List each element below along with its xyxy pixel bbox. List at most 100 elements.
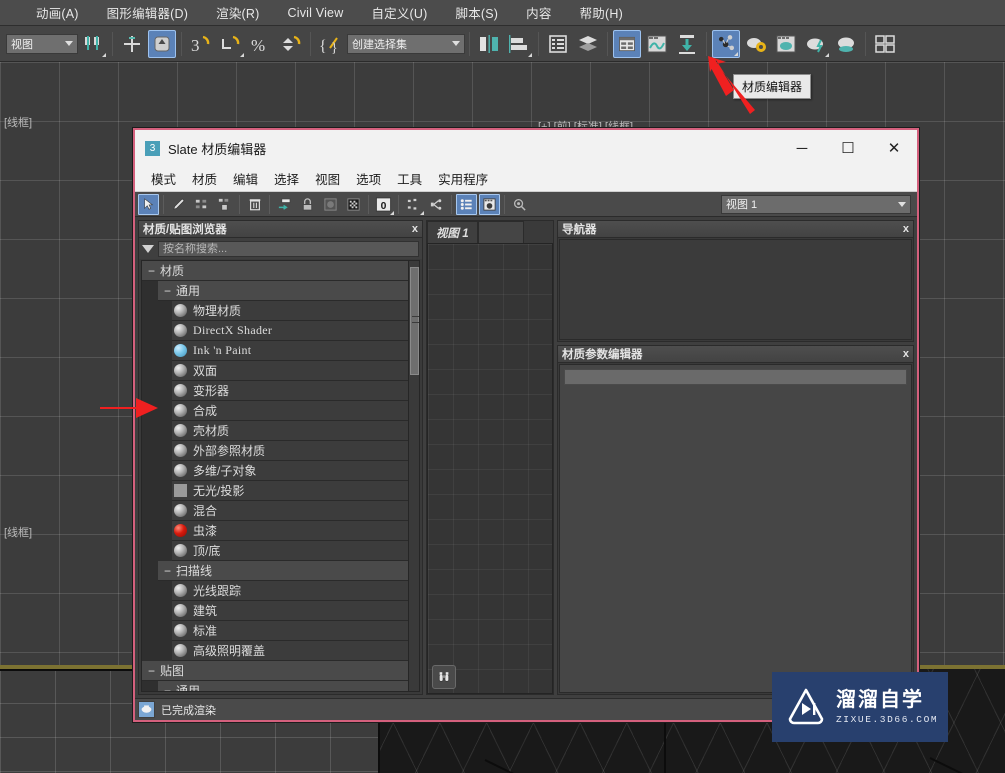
navigator-close-icon[interactable]: x — [903, 223, 909, 235]
menu-item-rendering[interactable]: 渲染(R) — [202, 0, 273, 25]
tree-group-15[interactable]: − 扫描线 — [158, 561, 408, 581]
browser-scrollbar[interactable] — [408, 261, 419, 691]
view-tab-1[interactable]: 视图 1 — [427, 221, 478, 243]
named-selection-set-dropdown[interactable]: 创建选择集 — [347, 33, 465, 54]
percent-snap-toggle-button[interactable]: % — [247, 30, 275, 58]
tree-expand-toggle[interactable]: − — [164, 284, 171, 298]
menu-item-scripting[interactable]: 脚本(S) — [442, 0, 513, 25]
spinner-snap-toggle-button[interactable] — [277, 30, 305, 58]
slate-menu-tools[interactable]: 工具 — [389, 167, 430, 190]
render-production-button[interactable] — [802, 30, 830, 58]
slate-titlebar[interactable]: 3 Slate 材质编辑器 ─ ☐ ✕ — [135, 130, 917, 166]
parameter-editor-close-icon[interactable]: x — [903, 348, 909, 360]
browser-close-icon[interactable]: x — [412, 223, 418, 235]
chevron-down-icon — [452, 41, 460, 46]
maximize-button[interactable]: ☐ — [825, 130, 871, 166]
tree-item-6[interactable]: 变形器 — [172, 381, 408, 401]
tree-item-16[interactable]: 光线跟踪 — [172, 581, 408, 601]
toggle-scene-explorer-button[interactable] — [574, 30, 602, 58]
node-graph-canvas[interactable] — [427, 243, 553, 694]
show-checker-background-button[interactable] — [343, 194, 364, 215]
tree-item-17[interactable]: 建筑 — [172, 601, 408, 621]
menu-item-customize[interactable]: 自定义(U) — [357, 0, 441, 25]
material-tree[interactable]: − 材质 − 通用 物理材质 DirectX Shader Ink 'n Paint 双面 变形… — [142, 261, 408, 691]
curve-editor-button[interactable] — [643, 30, 671, 58]
tree-expand-toggle[interactable]: − — [148, 664, 155, 678]
select-tool-button[interactable] — [138, 193, 159, 215]
close-button[interactable]: ✕ — [871, 130, 917, 166]
toggle-layer-explorer-button[interactable] — [544, 30, 572, 58]
slate-menu-select[interactable]: 选择 — [266, 167, 307, 190]
menu-item-content[interactable]: 内容 — [512, 0, 565, 25]
tree-group-1[interactable]: − 通用 — [158, 281, 408, 301]
browser-filter-chevron-icon[interactable] — [142, 244, 154, 253]
tree-item-11[interactable]: 无光/投影 — [172, 481, 408, 501]
edit-named-selection-sets-button[interactable]: { } — [316, 30, 344, 58]
parameter-name-field[interactable] — [564, 369, 907, 385]
active-view-dropdown[interactable]: 视图 1 — [721, 194, 911, 214]
select-by-material-button[interactable] — [509, 194, 530, 215]
rendered-frame-window-button[interactable] — [772, 30, 800, 58]
tree-expand-toggle[interactable]: − — [164, 684, 171, 692]
tree-item-13[interactable]: 虫漆 — [172, 521, 408, 541]
show-background-button[interactable] — [320, 194, 341, 215]
tree-group-21[interactable]: − 通用 — [158, 681, 408, 691]
tree-expand-toggle[interactable]: − — [164, 564, 171, 578]
mirror-button[interactable] — [475, 30, 503, 58]
tree-item-7[interactable]: 合成 — [172, 401, 408, 421]
slate-menu-edit[interactable]: 编辑 — [225, 167, 266, 190]
tree-item-3[interactable]: DirectX Shader — [172, 321, 408, 341]
render-in-cloud-button[interactable] — [871, 30, 899, 58]
minimize-button[interactable]: ─ — [779, 130, 825, 166]
tree-item-4[interactable]: Ink 'n Paint — [172, 341, 408, 361]
show-shaded-material-in-viewport-button[interactable] — [297, 194, 318, 215]
tree-item-9[interactable]: 外部参照材质 — [172, 441, 408, 461]
menu-item-graph-editors[interactable]: 图形编辑器(D) — [93, 0, 202, 25]
toggle-browser-panel-button[interactable] — [456, 193, 477, 215]
pick-material-button[interactable] — [168, 194, 189, 215]
render-iterative-button[interactable] — [832, 30, 860, 58]
view-tab-new[interactable] — [477, 221, 524, 243]
slate-menu-utilities[interactable]: 实用程序 — [430, 167, 496, 190]
tree-group-0[interactable]: − 材质 — [142, 261, 408, 281]
delete-selected-button[interactable] — [244, 194, 265, 215]
tree-expand-toggle[interactable]: − — [148, 264, 155, 278]
toolbar-separator — [112, 31, 113, 56]
slate-menu-view[interactable]: 视图 — [307, 167, 348, 190]
schematic-view-button[interactable] — [673, 30, 701, 58]
snaps-toggle-button[interactable] — [217, 30, 245, 58]
tree-group-20[interactable]: − 贴图 — [142, 661, 408, 681]
material-id-channel-button[interactable]: 0 — [373, 194, 394, 215]
move-children-button[interactable] — [191, 194, 212, 215]
slate-menu-options[interactable]: 选项 — [348, 167, 389, 190]
tree-item-5[interactable]: 双面 — [172, 361, 408, 381]
angle-snap-toggle-button[interactable]: 3 — [187, 30, 215, 58]
menu-item-help[interactable]: 帮助(H) — [566, 0, 637, 25]
use-pivot-point-center-button[interactable] — [79, 30, 107, 58]
put-material-to-scene-button[interactable] — [274, 194, 295, 215]
layout-children-button[interactable] — [403, 194, 424, 215]
toggle-parameter-editor-button[interactable] — [479, 193, 500, 215]
zoom-extents-button[interactable] — [432, 665, 456, 689]
slate-menu-material[interactable]: 材质 — [184, 167, 225, 190]
hide-unused-nodeslots-button[interactable] — [426, 194, 447, 215]
tree-item-18[interactable]: 标准 — [172, 621, 408, 641]
tree-item-10[interactable]: 多维/子对象 — [172, 461, 408, 481]
menu-item-civil-view[interactable]: Civil View — [273, 3, 357, 23]
tree-item-12[interactable]: 混合 — [172, 501, 408, 521]
search-input[interactable]: 按名称搜索... — [158, 240, 419, 257]
menu-item-animation[interactable]: 动画(A) — [22, 0, 93, 25]
tree-item-14[interactable]: 顶/底 — [172, 541, 408, 561]
toggle-ribbon-button[interactable] — [613, 29, 641, 58]
select-and-move-button[interactable] — [118, 30, 146, 58]
slate-menu-mode[interactable]: 模式 — [143, 167, 184, 190]
browser-scrollbar-thumb[interactable] — [410, 267, 419, 375]
assign-material-to-selection-button[interactable] — [214, 194, 235, 215]
select-and-rotate-button[interactable] — [148, 29, 176, 58]
align-button[interactable] — [505, 30, 533, 58]
reference-coordinate-system-dropdown[interactable]: 视图 — [6, 33, 78, 54]
navigator-canvas[interactable] — [559, 239, 912, 340]
tree-item-8[interactable]: 壳材质 — [172, 421, 408, 441]
tree-item-2[interactable]: 物理材质 — [172, 301, 408, 321]
tree-item-19[interactable]: 高级照明覆盖 — [172, 641, 408, 661]
